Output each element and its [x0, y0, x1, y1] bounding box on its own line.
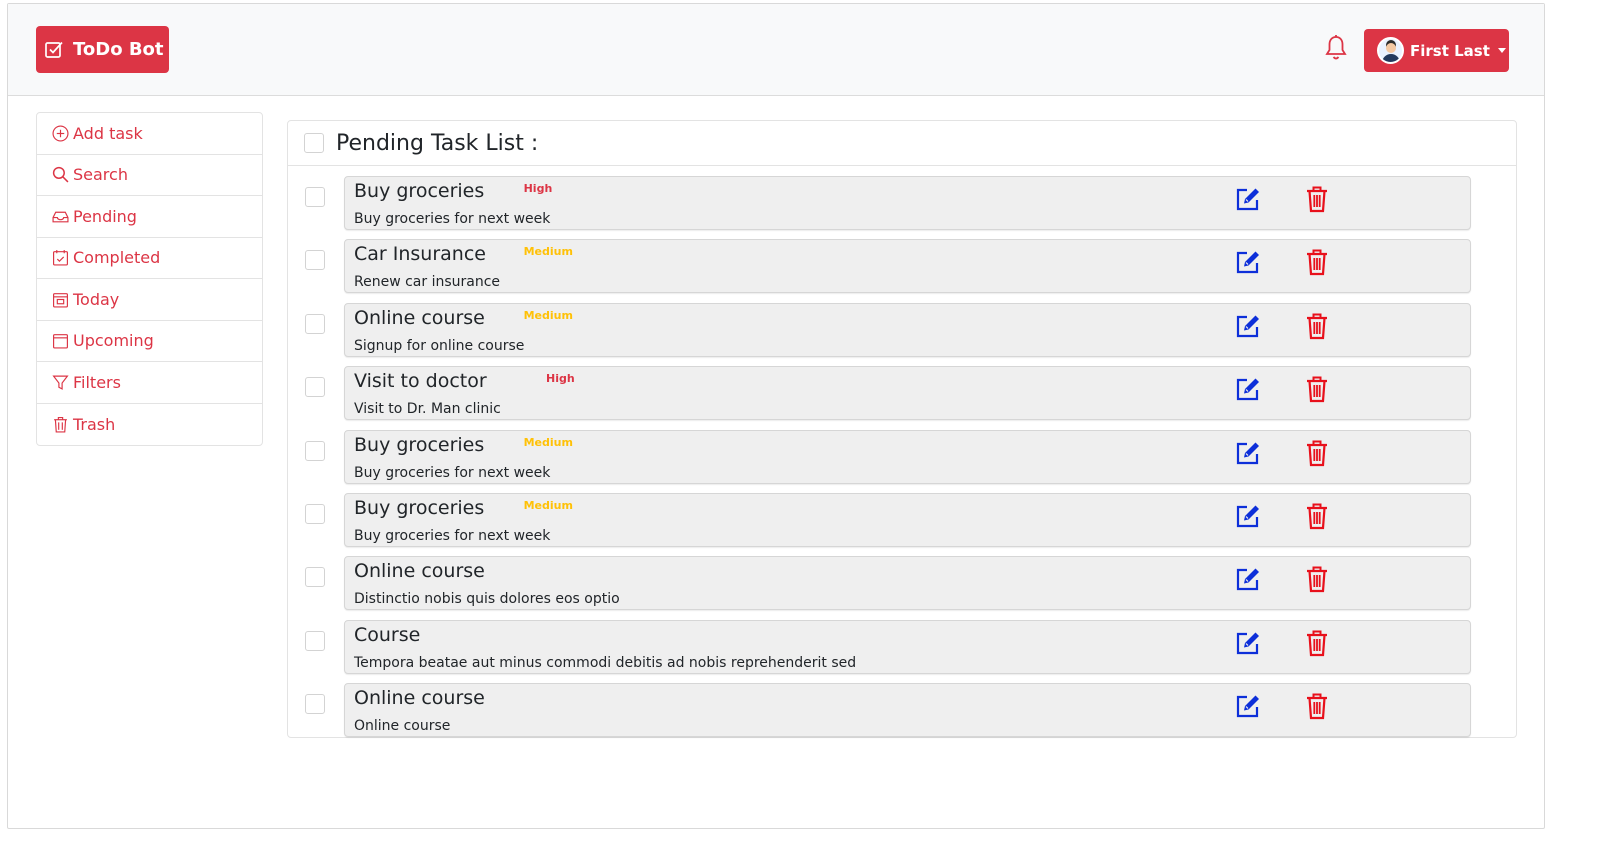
task-checkbox[interactable] — [305, 440, 325, 461]
task-title: Course — [354, 623, 421, 646]
top-navbar: ToDo Bot First Last — [8, 4, 1544, 96]
sidebar-item-search[interactable]: Search — [37, 155, 262, 196]
sidebar-item-label: Today — [73, 289, 120, 309]
sidebar-item-label: Filters — [73, 372, 121, 392]
task-title: Buy groceries — [354, 497, 485, 519]
task-description: Signup for online course — [354, 337, 525, 354]
pending-task-panel: Pending Task List : Buy groceries High Buy… — [287, 120, 1517, 738]
task-description: Online course — [354, 718, 451, 735]
sidebar-item-pending[interactable]: Pending — [37, 196, 262, 238]
user-menu-button[interactable]: First Last — [1364, 29, 1509, 72]
trash-icon[interactable] — [1306, 565, 1328, 593]
inbox-icon — [52, 211, 69, 223]
task-item: Online course Distinctio nobis quis dolor… — [344, 556, 1471, 611]
task-title: Online course — [354, 687, 485, 710]
edit-icon[interactable] — [1235, 186, 1261, 212]
trash-icon — [54, 416, 67, 433]
task-item: Online course Online course — [344, 683, 1471, 738]
task-checkbox[interactable] — [305, 250, 325, 271]
edit-icon[interactable] — [1235, 566, 1261, 592]
task-item: Buy groceries Medium Buy groceries for nex… — [344, 493, 1471, 547]
trash-icon[interactable] — [1306, 629, 1328, 657]
sidebar-item-label: Add task — [73, 123, 143, 143]
priority-badge: High — [523, 182, 553, 195]
sidebar-item-label: Search — [73, 165, 128, 185]
bell-icon[interactable] — [1324, 34, 1348, 62]
sidebar-menu: Add task Search Pending Completed Today — [36, 112, 263, 446]
task-item: Buy groceries Medium Buy groceries for nex… — [344, 429, 1471, 484]
check-square-icon — [45, 41, 63, 58]
task-description: Tempora beatae aut minus commodi debitis… — [354, 654, 857, 671]
task-checkbox[interactable] — [305, 504, 325, 524]
task-item: Visit to doctor High Visit to Dr. Man clin… — [344, 366, 1471, 421]
plus-circle-icon — [52, 125, 69, 142]
app-frame: ToDo Bot First Last Add task Search Pend… — [7, 3, 1545, 829]
priority-badge: Medium — [523, 308, 573, 322]
priority-badge: Medium — [523, 499, 573, 512]
trash-icon[interactable] — [1306, 439, 1328, 467]
task-title: Car Insurance — [354, 243, 486, 266]
avatar — [1377, 37, 1404, 64]
sidebar-item-filters[interactable]: Filters — [37, 362, 262, 404]
edit-icon[interactable] — [1235, 313, 1261, 339]
task-title: Online course — [354, 306, 485, 329]
edit-icon[interactable] — [1235, 503, 1261, 529]
calendar-check-icon — [53, 250, 68, 266]
task-description: Buy groceries for next week — [354, 528, 551, 544]
sidebar-item-completed[interactable]: Completed — [37, 238, 262, 279]
task-title: Buy groceries — [354, 433, 485, 456]
edit-icon[interactable] — [1235, 693, 1261, 719]
priority-badge: High — [546, 372, 575, 386]
task-title: Buy groceries — [354, 180, 485, 202]
edit-icon[interactable] — [1235, 249, 1261, 275]
sidebar-item-label: Completed — [73, 248, 161, 268]
trash-icon[interactable] — [1306, 692, 1328, 720]
brand-button[interactable]: ToDo Bot — [36, 26, 169, 73]
task-title: Visit to doctor — [354, 370, 487, 393]
sidebar-item-trash[interactable]: Trash — [37, 404, 262, 446]
calendar-icon — [53, 334, 68, 349]
task-description: Renew car insurance — [354, 274, 501, 291]
sidebar-item-label: Upcoming — [73, 331, 154, 351]
task-checkbox[interactable] — [305, 694, 325, 715]
task-description: Distinctio nobis quis dolores eos optio — [354, 591, 620, 608]
brand-label: ToDo Bot — [73, 39, 164, 60]
task-description: Buy groceries for next week — [354, 211, 551, 227]
sidebar-item-upcoming[interactable]: Upcoming — [37, 321, 262, 362]
calendar-day-icon — [53, 292, 68, 308]
task-checkbox[interactable] — [305, 187, 325, 207]
trash-icon[interactable] — [1306, 185, 1328, 213]
trash-icon[interactable] — [1306, 502, 1328, 530]
task-title: Online course — [354, 560, 485, 583]
edit-icon[interactable] — [1235, 440, 1261, 466]
panel-header: Pending Task List : — [288, 121, 1516, 166]
task-item: Course Tempora beatae aut minus commodi d… — [344, 619, 1471, 674]
funnel-icon — [52, 375, 69, 390]
sidebar-item-label: Trash — [73, 414, 116, 434]
sidebar-item-today[interactable]: Today — [37, 279, 262, 321]
task-item: Buy groceries High Buy groceries for next … — [344, 176, 1471, 230]
task-checkbox[interactable] — [305, 630, 325, 651]
trash-icon[interactable] — [1306, 248, 1328, 276]
trash-icon[interactable] — [1306, 375, 1328, 403]
task-description: Visit to Dr. Man clinic — [354, 401, 501, 418]
trash-icon[interactable] — [1306, 312, 1328, 340]
priority-badge: Medium — [523, 435, 573, 449]
priority-badge: Medium — [523, 245, 573, 259]
sidebar-item-label: Pending — [73, 206, 137, 226]
task-description: Buy groceries for next week — [354, 464, 551, 481]
task-checkbox[interactable] — [305, 377, 325, 398]
select-all-checkbox[interactable] — [304, 133, 324, 153]
task-checkbox[interactable] — [305, 567, 325, 588]
page-title: Pending Task List : — [336, 130, 539, 156]
task-checkbox[interactable] — [305, 313, 325, 334]
task-item: Car Insurance Medium Renew car insurance — [344, 239, 1471, 294]
search-icon — [52, 167, 69, 183]
caret-down-icon — [1497, 48, 1506, 53]
task-item: Online course Medium Signup for online cou… — [344, 302, 1471, 357]
user-name: First Last — [1410, 41, 1490, 60]
edit-icon[interactable] — [1235, 630, 1261, 656]
edit-icon[interactable] — [1235, 376, 1261, 402]
sidebar-item-add-task[interactable]: Add task — [37, 113, 262, 155]
